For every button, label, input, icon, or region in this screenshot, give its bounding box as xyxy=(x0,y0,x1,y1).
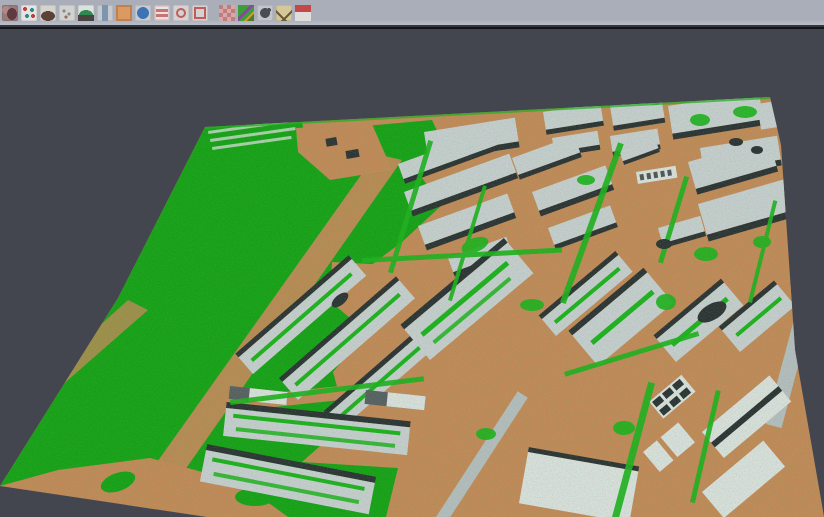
toolbar xyxy=(0,0,824,27)
classification-map-icon[interactable] xyxy=(238,5,254,21)
speckle-dark-overlay xyxy=(0,85,824,517)
mesh-red-icon[interactable] xyxy=(2,5,18,21)
globe-icon[interactable] xyxy=(135,5,151,21)
pink-grid-icon[interactable] xyxy=(219,5,235,21)
point-cloud-dots-icon[interactable] xyxy=(21,5,37,21)
gear-icon[interactable] xyxy=(257,5,273,21)
terrain-green-icon[interactable] xyxy=(78,5,94,21)
terrain-brown-icon[interactable] xyxy=(40,5,56,21)
red-dashed-selection-icon[interactable] xyxy=(192,5,208,21)
sparse-points-icon[interactable] xyxy=(59,5,75,21)
3d-viewport[interactable] xyxy=(0,29,824,517)
red-layers-icon[interactable] xyxy=(154,5,170,21)
point-cloud-scene xyxy=(0,29,824,517)
clip-box-icon[interactable] xyxy=(276,5,292,21)
toolbar-separator xyxy=(211,5,219,21)
red-flag-icon[interactable] xyxy=(295,5,311,21)
ortho-tile-icon[interactable] xyxy=(116,5,132,21)
height-bar-icon[interactable] xyxy=(97,5,113,21)
red-circle-icon[interactable] xyxy=(173,5,189,21)
